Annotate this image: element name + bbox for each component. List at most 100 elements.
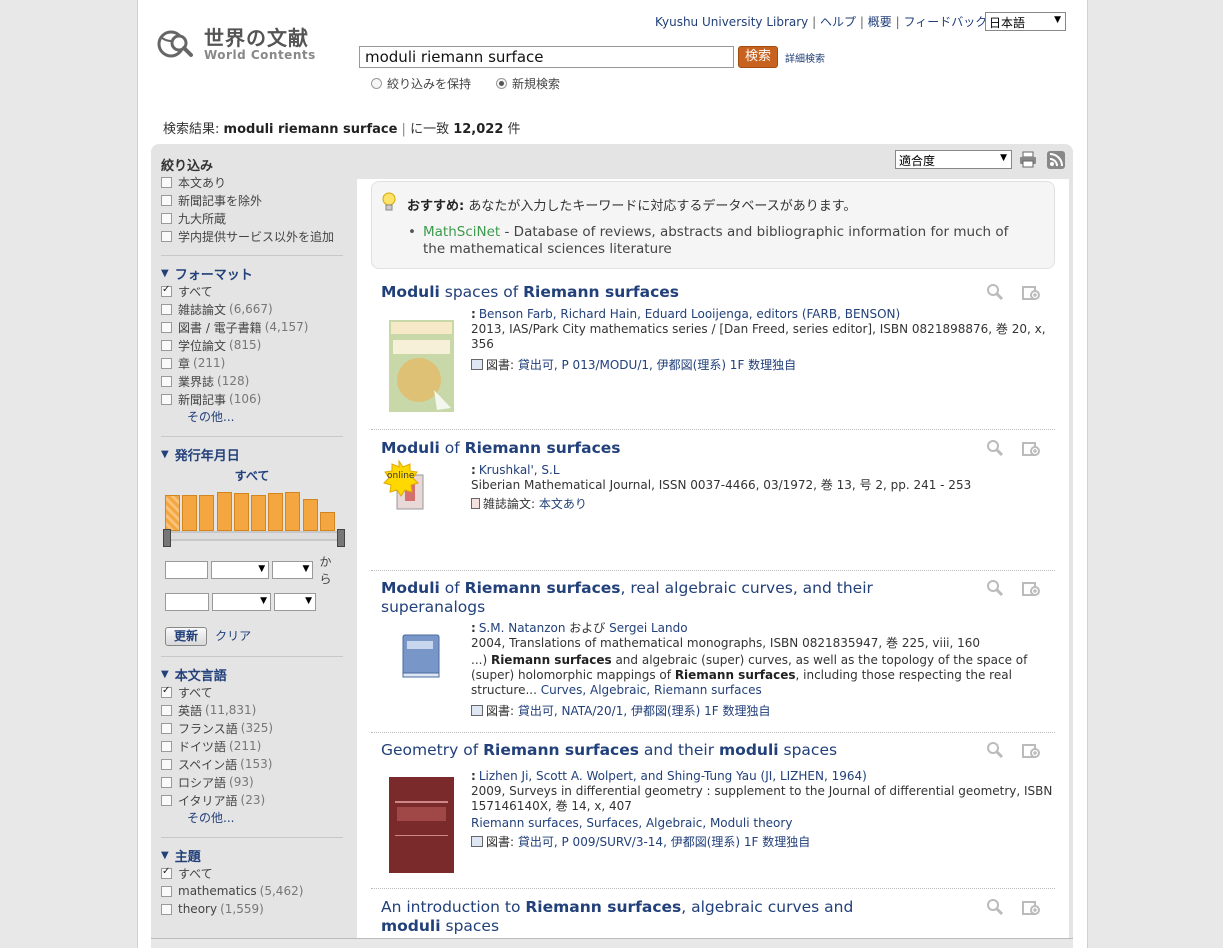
facet-option[interactable]: 英語 (11,831) <box>161 701 343 719</box>
facet-option[interactable]: 学位論文 (815) <box>161 336 343 354</box>
preview-magnifier-icon[interactable] <box>985 283 1005 301</box>
result-subjects[interactable]: Riemann surfaces, Surfaces, Algebraic, M… <box>471 816 792 830</box>
facet-checkbox[interactable] <box>161 212 172 224</box>
facet-option[interactable]: すべて <box>161 282 343 300</box>
language-facet-header[interactable]: ▼ 本文言語 <box>161 665 343 684</box>
search-button[interactable]: 検索 <box>738 46 778 68</box>
preview-magnifier-icon[interactable] <box>985 741 1005 759</box>
result-authors[interactable]: Krushkal', S.L <box>479 463 560 477</box>
result-title[interactable]: Geometry of Riemann surfaces and their m… <box>381 741 901 760</box>
result-availability[interactable]: 貸出可, P 013/MODU/1, 伊都図(理系) 1F 数理独自 <box>518 358 796 372</box>
book-cover-thumbnail[interactable] <box>389 777 454 873</box>
result-author[interactable]: Sergei Lando <box>609 621 687 635</box>
date-histogram-bar[interactable] <box>319 511 335 531</box>
date-histogram-bar[interactable] <box>199 494 215 531</box>
date-slider-start-handle[interactable] <box>163 529 171 547</box>
date-to-year-input[interactable] <box>165 593 209 611</box>
facet-checkbox[interactable] <box>161 885 172 897</box>
facet-option[interactable]: mathematics (5,462) <box>161 882 343 900</box>
facet-checkbox[interactable] <box>161 375 172 387</box>
result-author[interactable]: S.M. Natanzon <box>479 621 566 635</box>
date-from-day-select[interactable]: ▼ <box>272 561 314 579</box>
result-fulltext-link[interactable]: 本文あり <box>539 497 587 511</box>
add-to-folder-icon[interactable] <box>1021 283 1041 301</box>
date-slider-end-handle[interactable] <box>337 529 345 547</box>
facet-checkbox[interactable] <box>161 758 172 770</box>
facet-checkbox[interactable] <box>161 903 172 915</box>
facet-option[interactable]: ドイツ語 (211) <box>161 737 343 755</box>
advanced-search-link[interactable]: 詳細検索 <box>785 50 825 65</box>
facet-option[interactable]: スペイン語 (153) <box>161 755 343 773</box>
result-authors[interactable]: Benson Farb, Richard Hain, Eduard Looije… <box>479 307 900 321</box>
facet-option[interactable]: 新聞記事を除外 <box>161 191 343 209</box>
date-histogram-bar[interactable] <box>216 492 232 531</box>
facet-checkbox[interactable] <box>161 176 172 188</box>
language-more-link[interactable]: その他... <box>161 809 343 827</box>
mathscinet-link[interactable]: MathSciNet <box>423 224 500 240</box>
date-histogram-bar[interactable] <box>233 493 249 531</box>
result-title[interactable]: An introduction to Riemann surfaces, alg… <box>381 898 901 936</box>
print-icon[interactable] <box>1019 151 1037 168</box>
facet-checkbox[interactable] <box>161 722 172 734</box>
date-histogram-bar[interactable] <box>268 493 284 531</box>
add-to-folder-icon[interactable] <box>1021 439 1041 457</box>
facet-checkbox[interactable] <box>161 740 172 752</box>
world-contents-logo[interactable]: 世界の文献 World Contents <box>156 26 316 62</box>
sort-select[interactable]: 適合度 ▼ <box>895 150 1012 169</box>
facet-checkbox[interactable] <box>161 794 172 806</box>
facet-option[interactable]: 章 (211) <box>161 354 343 372</box>
update-button[interactable]: 更新 <box>165 627 207 646</box>
date-histogram-bar[interactable] <box>165 494 180 531</box>
search-input[interactable]: moduli riemann surface <box>359 46 734 68</box>
preview-magnifier-icon[interactable] <box>985 898 1005 916</box>
facet-option[interactable]: 雑誌論文 (6,667) <box>161 300 343 318</box>
facet-option[interactable]: 学内提供サービス以外を追加 <box>161 227 343 245</box>
date-to-day-select[interactable]: ▼ <box>274 593 316 611</box>
online-article-thumbnail[interactable]: online <box>379 459 439 519</box>
facet-checkbox[interactable] <box>161 194 172 206</box>
date-to-month-select[interactable]: ▼ <box>212 593 271 611</box>
date-facet-header[interactable]: ▼ 発行年月日 <box>161 445 343 464</box>
date-histogram[interactable] <box>165 487 343 531</box>
result-authors[interactable]: Lizhen Ji, Scott A. Wolpert, and Shing-T… <box>479 769 867 783</box>
overview-link[interactable]: 概要 <box>868 15 892 29</box>
subject-facet-header[interactable]: ▼ 主題 <box>161 846 343 865</box>
feedback-link[interactable]: フィードバック <box>903 15 987 29</box>
format-facet-header[interactable]: ▼ フォーマット <box>161 264 343 283</box>
result-availability[interactable]: 貸出可, NATA/20/1, 伊都図(理系) 1F 数理独自 <box>518 704 771 718</box>
facet-checkbox[interactable] <box>161 704 172 716</box>
language-select[interactable]: 日本語 ▼ <box>985 12 1066 31</box>
format-more-link[interactable]: その他... <box>161 408 343 426</box>
keep-refine-option[interactable]: 絞り込みを保持 <box>371 75 471 92</box>
facet-option[interactable]: フランス語 (325) <box>161 719 343 737</box>
result-title[interactable]: Moduli spaces of Riemann surfaces <box>381 283 901 302</box>
result-subjects[interactable]: Curves, Algebraic, Riemann surfaces <box>541 683 762 697</box>
date-slider[interactable] <box>163 529 345 547</box>
rss-icon[interactable] <box>1047 151 1065 169</box>
facet-option[interactable]: 本文あり <box>161 173 343 191</box>
result-title[interactable]: Moduli of Riemann surfaces <box>381 439 901 458</box>
facet-checkbox[interactable] <box>161 357 172 369</box>
date-histogram-bar[interactable] <box>302 499 318 531</box>
date-histogram-bar[interactable] <box>251 494 266 531</box>
new-search-option[interactable]: 新規検索 <box>496 75 560 92</box>
help-link[interactable]: ヘルプ <box>820 15 856 29</box>
facet-option[interactable]: 業界誌 (128) <box>161 372 343 390</box>
facet-option[interactable]: 九大所蔵 <box>161 209 343 227</box>
date-histogram-bar[interactable] <box>285 492 301 531</box>
result-availability[interactable]: 貸出可, P 009/SURV/3-14, 伊都図(理系) 1F 数理独自 <box>518 835 810 849</box>
date-from-year-input[interactable] <box>165 561 209 579</box>
facet-option[interactable]: 新聞記事 (106) <box>161 390 343 408</box>
generic-book-icon[interactable] <box>401 633 441 679</box>
facet-option[interactable]: すべて <box>161 683 343 701</box>
book-cover-thumbnail[interactable] <box>389 320 454 412</box>
library-link[interactable]: Kyushu University Library <box>655 15 808 29</box>
facet-checkbox[interactable] <box>161 321 172 333</box>
facet-checkbox[interactable] <box>161 303 172 315</box>
facet-checkbox[interactable] <box>161 339 172 351</box>
facet-checkbox[interactable] <box>161 866 172 879</box>
facet-option[interactable]: theory (1,559) <box>161 900 343 918</box>
clear-link[interactable]: クリア <box>215 629 251 643</box>
facet-option[interactable]: ロシア語 (93) <box>161 773 343 791</box>
preview-magnifier-icon[interactable] <box>985 579 1005 597</box>
